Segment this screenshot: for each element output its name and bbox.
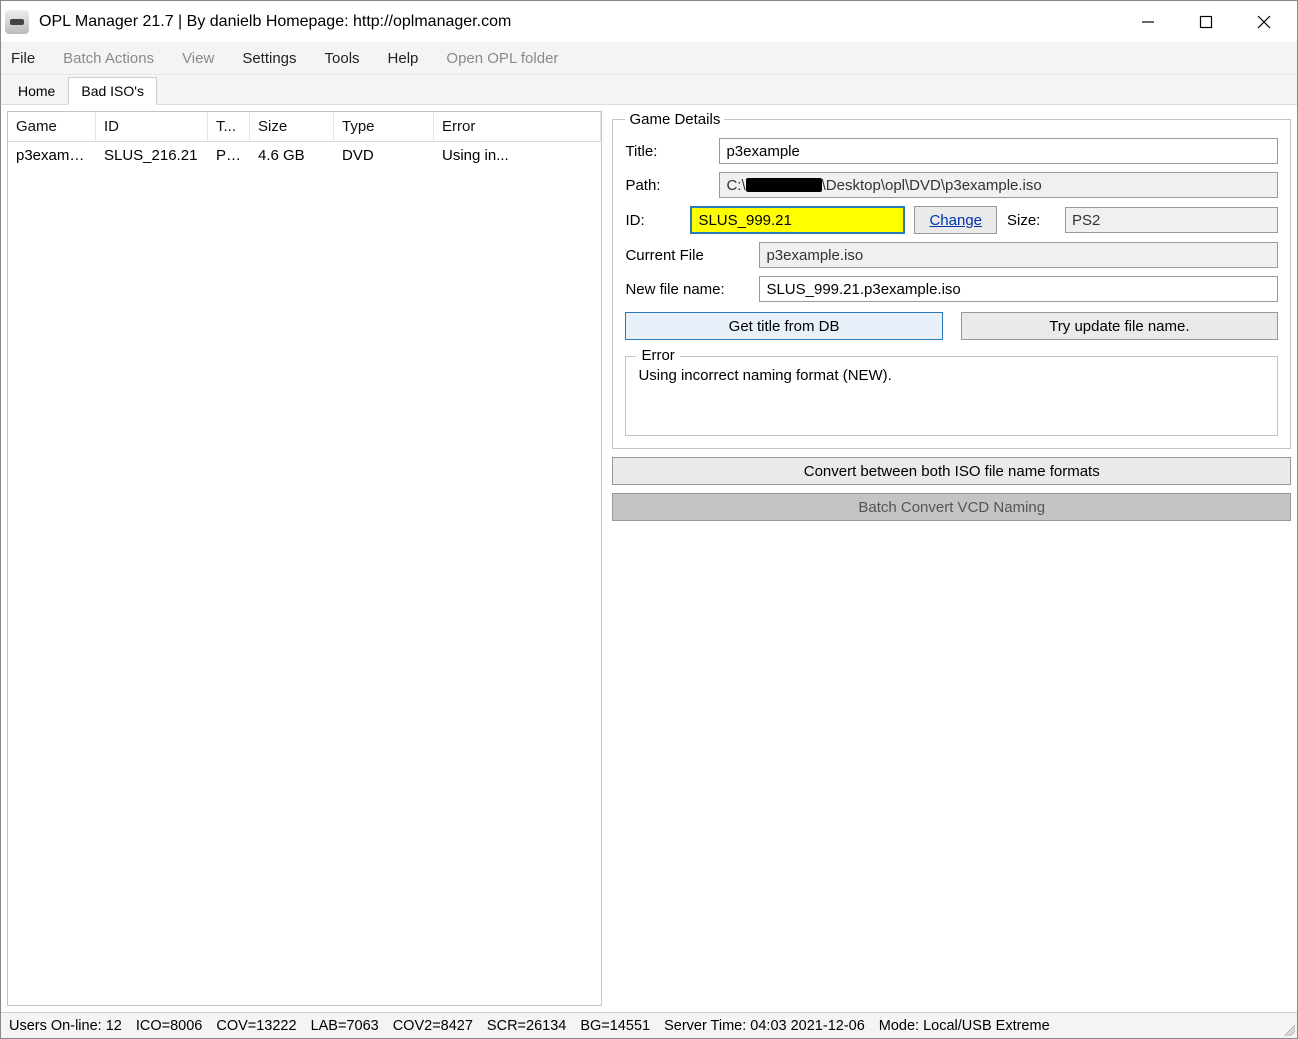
app-icon <box>5 10 29 34</box>
bad-iso-table: Game ID T... Size Type Error p3example S… <box>7 111 602 1006</box>
maximize-button[interactable] <box>1177 1 1235 43</box>
app-window: OPL Manager 21.7 | By danielb Homepage: … <box>0 0 1298 1039</box>
cell-t: PS2 <box>208 142 250 169</box>
menu-settings[interactable]: Settings <box>242 50 296 67</box>
status-bg: BG=14551 <box>580 1018 650 1034</box>
menu-view[interactable]: View <box>182 50 214 67</box>
path-redacted <box>746 178 822 192</box>
label-current-file: Current File <box>625 247 749 264</box>
status-cov2: COV2=8427 <box>393 1018 473 1034</box>
tab-bad-isos[interactable]: Bad ISO's <box>68 77 157 105</box>
status-server-time: Server Time: 04:03 2021-12-06 <box>664 1018 865 1034</box>
cell-size: 4.6 GB <box>250 142 334 169</box>
id-field[interactable] <box>691 207 904 233</box>
menu-batch-actions[interactable]: Batch Actions <box>63 50 154 67</box>
game-details-legend: Game Details <box>625 111 724 128</box>
error-legend: Error <box>636 347 679 364</box>
cell-id: SLUS_216.21 <box>96 142 208 169</box>
current-file-field <box>759 242 1278 268</box>
status-scr: SCR=26134 <box>487 1018 566 1034</box>
size-field <box>1065 207 1278 233</box>
batch-convert-vcd-button: Batch Convert VCD Naming <box>612 493 1291 521</box>
cell-game: p3example <box>8 142 96 169</box>
table-row[interactable]: p3example SLUS_216.21 PS2 4.6 GB DVD Usi… <box>8 142 601 169</box>
status-lab: LAB=7063 <box>311 1018 379 1034</box>
cell-error: Using in... <box>434 142 601 169</box>
minimize-button[interactable] <box>1119 1 1177 43</box>
cell-type: DVD <box>334 142 434 169</box>
close-button[interactable] <box>1235 1 1293 43</box>
menu-file[interactable]: File <box>11 50 35 67</box>
path-prefix: C:\ <box>726 177 745 194</box>
path-suffix: \Desktop\opl\DVD\p3example.iso <box>822 177 1042 194</box>
tab-home[interactable]: Home <box>5 77 68 104</box>
col-header-id[interactable]: ID <box>96 112 208 141</box>
menu-tools[interactable]: Tools <box>325 50 360 67</box>
col-header-type-short[interactable]: T... <box>208 112 250 141</box>
label-path: Path: <box>625 177 709 194</box>
col-header-size[interactable]: Size <box>250 112 334 141</box>
col-header-type[interactable]: Type <box>334 112 434 141</box>
status-bar: Users On-line: 12 ICO=8006 COV=13222 LAB… <box>1 1012 1297 1038</box>
table-header-row: Game ID T... Size Type Error <box>8 112 601 142</box>
tab-strip: Home Bad ISO's <box>1 75 1297 105</box>
window-title: OPL Manager 21.7 | By danielb Homepage: … <box>39 13 1119 31</box>
menu-open-opl-folder[interactable]: Open OPL folder <box>446 50 558 67</box>
error-text: Using incorrect naming format (NEW). <box>638 367 1265 384</box>
status-ico: ICO=8006 <box>136 1018 203 1034</box>
col-header-game[interactable]: Game <box>8 112 96 141</box>
content-area: Game ID T... Size Type Error p3example S… <box>1 105 1297 1012</box>
resize-grip-icon[interactable] <box>1281 1022 1295 1036</box>
change-button[interactable]: Change <box>914 206 997 234</box>
new-file-name-field[interactable] <box>759 276 1278 302</box>
menubar: File Batch Actions View Settings Tools H… <box>1 43 1297 75</box>
col-header-error[interactable]: Error <box>434 112 601 141</box>
title-field[interactable] <box>719 138 1278 164</box>
get-title-from-db-button[interactable]: Get title from DB <box>625 312 942 340</box>
right-pane: Game Details Title: Path: C:\ \Desktop\op… <box>612 111 1291 1006</box>
try-update-file-name-button[interactable]: Try update file name. <box>961 312 1278 340</box>
convert-iso-filename-button[interactable]: Convert between both ISO file name forma… <box>612 457 1291 485</box>
label-size: Size: <box>1007 212 1055 229</box>
status-cov: COV=13222 <box>216 1018 296 1034</box>
path-field: C:\ \Desktop\opl\DVD\p3example.iso <box>719 172 1278 198</box>
label-title: Title: <box>625 143 709 160</box>
menu-help[interactable]: Help <box>388 50 419 67</box>
status-users: Users On-line: 12 <box>9 1018 122 1034</box>
game-details: Game Details Title: Path: C:\ \Desktop\op… <box>612 111 1291 449</box>
status-mode: Mode: Local/USB Extreme <box>879 1018 1050 1034</box>
label-new-file-name: New file name: <box>625 281 749 298</box>
titlebar: OPL Manager 21.7 | By danielb Homepage: … <box>1 1 1297 43</box>
label-id: ID: <box>625 212 681 229</box>
